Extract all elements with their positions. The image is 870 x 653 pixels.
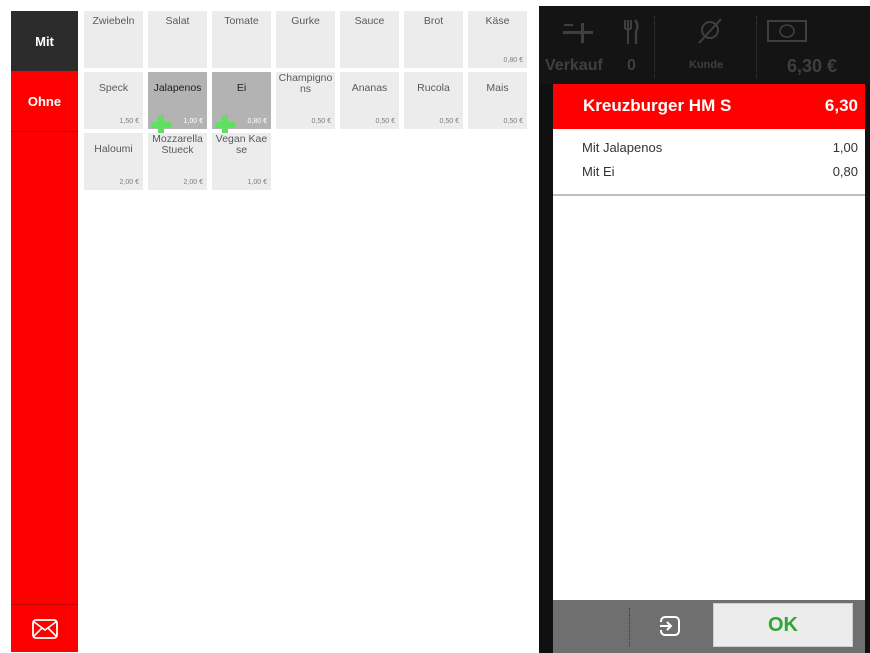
mit-button[interactable]: Mit	[11, 11, 78, 71]
tile-name: Sauce	[354, 15, 385, 27]
tile-kaese[interactable]: Käse 0,80 €	[468, 11, 527, 68]
tile-price: 1,50 €	[119, 118, 139, 125]
tile-name: Jalapenos	[153, 82, 202, 94]
order-item-price: 6,30	[824, 96, 858, 115]
tile-name: Mozzarella Stueck	[152, 133, 203, 156]
tile-price: 0,80 €	[247, 118, 267, 125]
tile-sauce[interactable]: Sauce	[340, 11, 399, 68]
tile-name: Ei	[236, 82, 247, 94]
separator	[756, 16, 757, 78]
divider	[553, 194, 865, 196]
action-bar: OK	[553, 600, 865, 653]
plus-icon	[151, 115, 171, 135]
plus-icon	[215, 115, 235, 135]
tile-price: 0,50 €	[503, 118, 523, 125]
tile-price: 0,50 €	[439, 118, 459, 125]
tile-mais[interactable]: Mais 0,50 €	[468, 72, 527, 129]
order-panel: Verkauf 0 Kunde 6,30 € Kreuzburger HM S …	[539, 6, 870, 653]
tile-price: 2,00 €	[183, 179, 203, 186]
tile-tomate[interactable]: Tomate	[212, 11, 271, 68]
tile-name: Salat	[165, 15, 190, 27]
tile-price: 1,00 €	[247, 179, 267, 186]
tile-price: 0,50 €	[375, 118, 395, 125]
envelope-icon	[31, 618, 58, 639]
ohne-button[interactable]: Ohne	[11, 71, 78, 132]
tile-price: 1,00 €	[183, 118, 203, 125]
tile-price: 0,80 €	[503, 57, 523, 64]
tile-champignons[interactable]: Champignons 0,50 €	[276, 72, 335, 129]
order-line-name: Mit Jalapenos	[582, 140, 663, 155]
tile-name: Zwiebeln	[92, 15, 135, 27]
cutlery-icon	[624, 19, 639, 44]
order-list: Kreuzburger HM S 6,30 Mit Jalapenos 1,00…	[553, 84, 865, 600]
tile-name: Ananas	[351, 82, 388, 94]
tile-speck[interactable]: Speck 1,50 €	[84, 72, 143, 129]
tile-name: Brot	[423, 15, 444, 27]
ok-button[interactable]: OK	[713, 603, 853, 647]
order-line-name: Mit Ei	[582, 164, 615, 179]
tile-name: Haloumi	[94, 143, 133, 155]
customer-no-icon	[698, 18, 722, 44]
tile-name: Rucola	[417, 82, 450, 94]
status-bar: Verkauf 0 Kunde 6,30 €	[539, 6, 870, 84]
tile-price: 2,00 €	[119, 179, 139, 186]
tile-vegan-kaese[interactable]: Vegan Kaese 1,00 €	[212, 133, 271, 190]
kunde-label: Kunde	[689, 59, 724, 71]
tile-mozzarella-stueck[interactable]: Mozzarella Stueck 2,00 €	[148, 133, 207, 190]
total-amount: 6,30 €	[787, 56, 838, 76]
tile-zwiebeln[interactable]: Zwiebeln	[84, 11, 143, 68]
item-count: 0	[627, 57, 636, 74]
tile-brot[interactable]: Brot	[404, 11, 463, 68]
order-line-value: 1,00	[832, 140, 858, 155]
message-button[interactable]	[11, 604, 78, 652]
tile-jalapenos[interactable]: Jalapenos 1,00 €	[148, 72, 207, 135]
verkauf-label: Verkauf	[545, 57, 603, 74]
separator	[629, 608, 630, 646]
tile-name: Käse	[485, 15, 510, 27]
separator	[654, 16, 655, 78]
tile-name: Gurke	[291, 15, 320, 27]
tile-ananas[interactable]: Ananas 0,50 €	[340, 72, 399, 129]
tile-price: 0,50 €	[311, 118, 331, 125]
logout-icon	[659, 616, 680, 636]
category-sidebar: Mit Ohne	[11, 11, 78, 652]
tile-name: Speck	[98, 82, 129, 94]
logout-button[interactable]	[655, 611, 685, 641]
tile-gurke[interactable]: Gurke	[276, 11, 335, 68]
tile-name: Tomate	[224, 15, 259, 27]
order-item-header[interactable]: Kreuzburger HM S 6,30	[553, 84, 865, 129]
tile-salat[interactable]: Salat	[148, 11, 207, 68]
tile-rucola[interactable]: Rucola 0,50 €	[404, 72, 463, 129]
tile-haloumi[interactable]: Haloumi 2,00 €	[84, 133, 143, 190]
tile-name: Champignons	[278, 72, 333, 95]
tile-name: Vegan Kaese	[215, 133, 268, 156]
counter-icon	[563, 23, 593, 43]
tile-name: Mais	[486, 82, 509, 94]
order-line-value: 0,80	[832, 164, 858, 179]
banknote-icon	[767, 20, 807, 42]
tile-ei[interactable]: Ei 0,80 €	[212, 72, 271, 135]
order-item-title: Kreuzburger HM S	[583, 96, 732, 115]
